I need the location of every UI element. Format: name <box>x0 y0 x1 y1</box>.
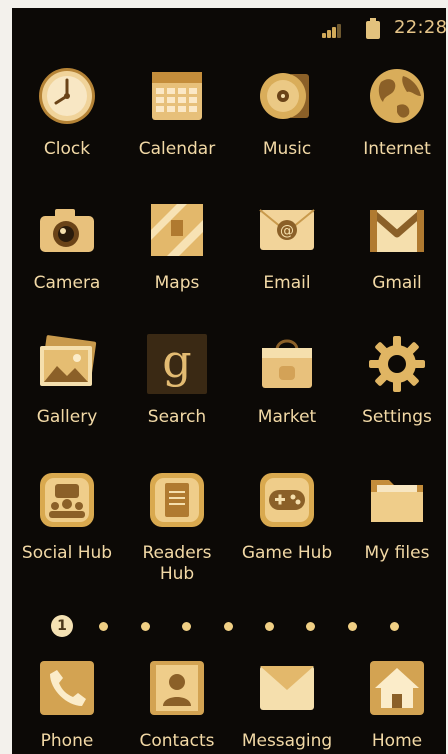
email-icon: @ <box>259 209 315 250</box>
camera-icon <box>40 209 94 252</box>
social-hub-icon <box>40 473 94 527</box>
page-dot[interactable] <box>265 622 274 631</box>
game-hub-icon <box>260 473 314 527</box>
dock-contacts[interactable]: Contacts <box>123 658 231 754</box>
app-label: Settings <box>362 407 432 427</box>
app-label: Internet <box>363 139 431 159</box>
app-clock[interactable]: Clock <box>13 66 121 186</box>
app-email[interactable]: @ Email <box>233 200 341 320</box>
page-dot[interactable] <box>306 622 315 631</box>
market-icon <box>262 339 312 388</box>
dock-phone[interactable]: Phone <box>13 658 121 754</box>
app-calendar[interactable]: Calendar <box>123 66 231 186</box>
search-icon: g <box>147 334 207 394</box>
app-internet[interactable]: Internet <box>343 66 446 186</box>
status-time: 22:28 <box>394 17 446 38</box>
messaging-icon <box>260 666 314 710</box>
app-social-hub[interactable]: Social Hub <box>13 470 121 590</box>
settings-icon <box>369 336 425 392</box>
dock-label: Home <box>371 731 423 751</box>
app-label: Camera <box>33 273 101 293</box>
home-screen: 22:28 Clock Calendar Music Internet Came… <box>12 8 446 754</box>
app-settings[interactable]: Settings <box>343 334 446 454</box>
home-icon <box>370 661 424 715</box>
screen-frame: 22:28 Clock Calendar Music Internet Came… <box>0 0 448 754</box>
internet-icon <box>370 69 424 123</box>
page-indicator: 1 <box>12 612 446 642</box>
page-dot[interactable] <box>182 622 191 631</box>
dock-home[interactable]: Home <box>343 658 446 754</box>
app-music[interactable]: Music <box>233 66 341 186</box>
page-dot[interactable] <box>99 622 108 631</box>
phone-icon <box>40 661 94 715</box>
app-label: Calendar <box>138 139 216 159</box>
app-search[interactable]: g Search <box>123 334 231 454</box>
clock-icon <box>39 68 95 124</box>
app-gallery[interactable]: Gallery <box>13 334 121 454</box>
contacts-icon <box>150 661 204 715</box>
app-label: Maps <box>154 273 200 293</box>
app-gmail[interactable]: Gmail <box>343 200 446 320</box>
my-files-icon <box>371 480 423 522</box>
svg-text:@: @ <box>280 223 294 239</box>
search-glyph: g <box>162 334 192 388</box>
app-label: Gallery <box>36 407 98 427</box>
app-camera[interactable]: Camera <box>13 200 121 320</box>
music-icon <box>260 73 309 119</box>
battery-icon <box>366 18 380 39</box>
page-dot[interactable] <box>348 622 357 631</box>
status-bar: 22:28 <box>12 8 446 46</box>
gmail-icon <box>370 210 424 252</box>
app-my-files[interactable]: My files <box>343 470 446 590</box>
calendar-icon <box>152 72 202 120</box>
app-label: Readers Hub <box>142 543 212 584</box>
dock-label: Messaging <box>241 731 333 751</box>
app-label: Social Hub <box>21 543 113 563</box>
readers-hub-icon <box>150 473 204 527</box>
page-dot[interactable] <box>390 622 399 631</box>
app-label: Music <box>262 139 312 159</box>
dock-messaging[interactable]: Messaging <box>233 658 341 754</box>
page-dot[interactable] <box>141 622 150 631</box>
app-maps[interactable]: Maps <box>123 200 231 320</box>
app-label: Game Hub <box>241 543 333 563</box>
page-dot[interactable] <box>224 622 233 631</box>
app-label: Email <box>263 273 311 293</box>
dock-label: Contacts <box>139 731 215 751</box>
app-label: My files <box>364 543 430 563</box>
app-label: Clock <box>43 139 91 159</box>
app-label: Gmail <box>372 273 422 293</box>
app-label: Market <box>257 407 317 427</box>
gallery-icon <box>40 335 97 386</box>
app-game-hub[interactable]: Game Hub <box>233 470 341 590</box>
signal-icon <box>322 22 346 38</box>
app-label: Search <box>147 407 207 427</box>
app-readers-hub[interactable]: Readers Hub <box>123 470 231 590</box>
current-page-indicator[interactable]: 1 <box>51 615 73 637</box>
app-market[interactable]: Market <box>233 334 341 454</box>
maps-icon <box>151 204 203 256</box>
dock-label: Phone <box>40 731 94 751</box>
